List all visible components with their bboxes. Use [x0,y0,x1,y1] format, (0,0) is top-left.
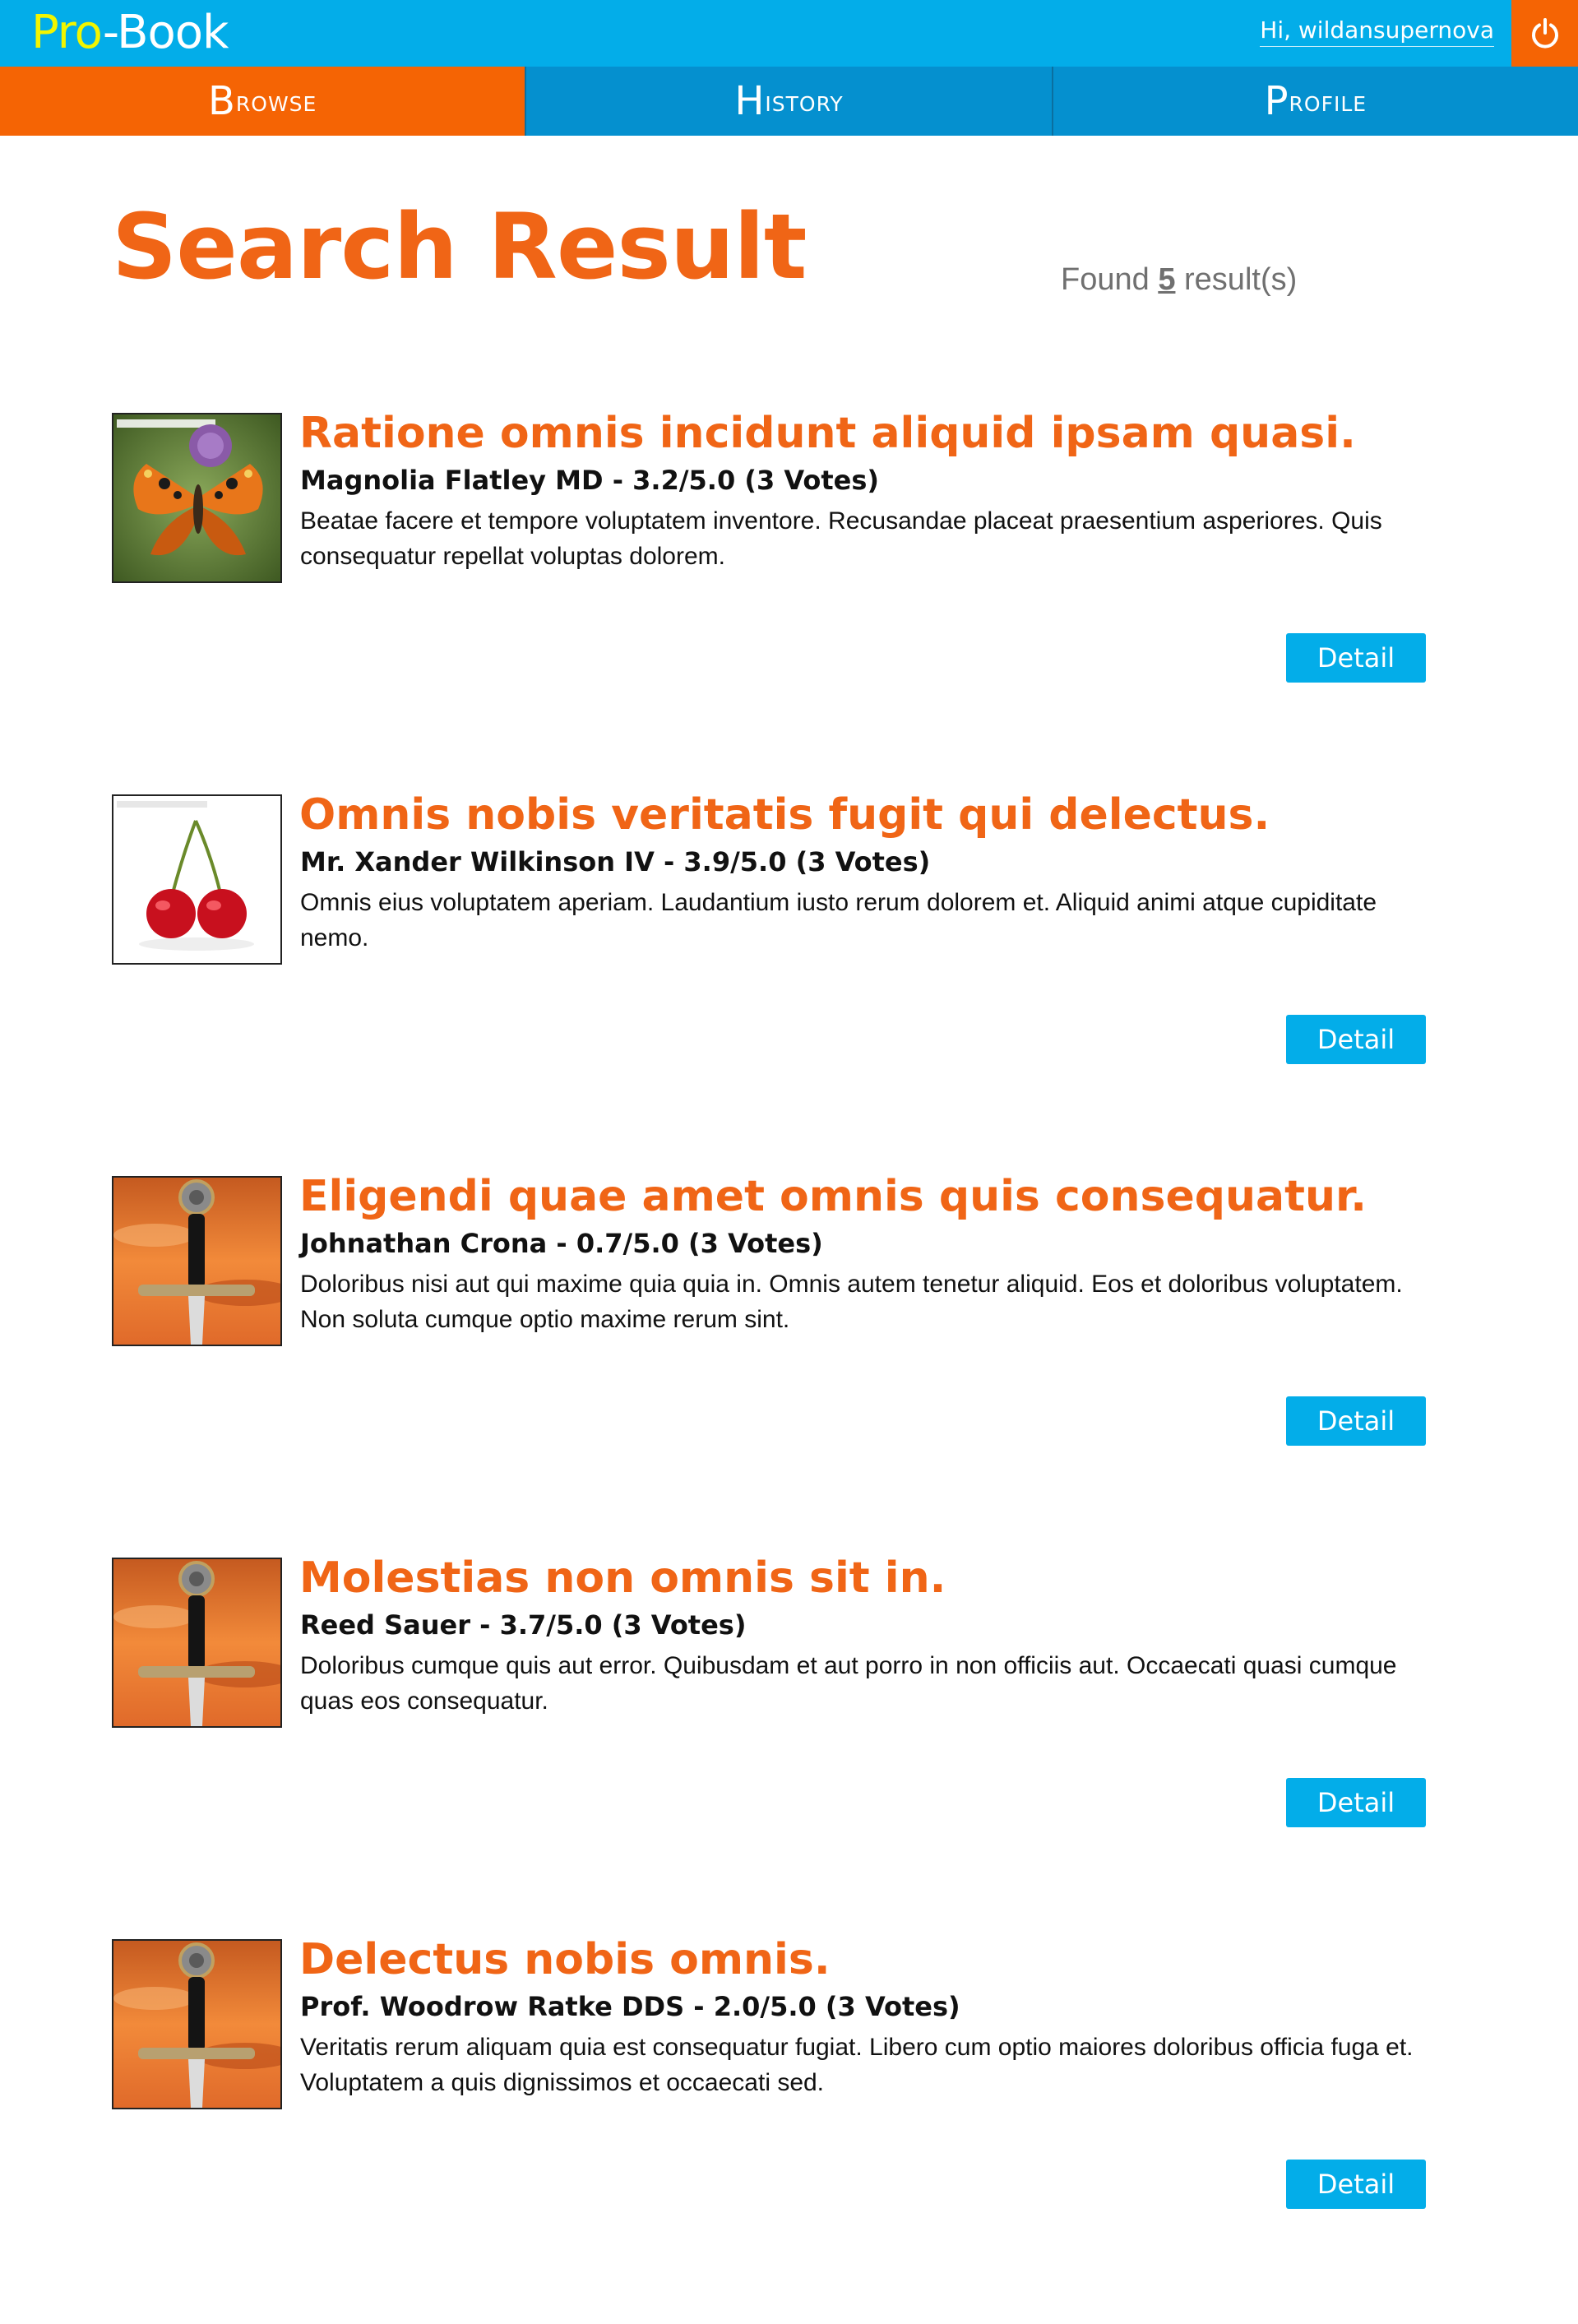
tab-profile-label: rofile [1289,84,1367,118]
tab-history-label: istory [765,84,844,118]
book-cover[interactable] [112,413,282,583]
sword-image [113,1178,280,1345]
result-count-suffix: result(s) [1184,262,1298,297]
page-title: Search Result [112,194,807,299]
book-author-rating: Johnathan Crona - 0.7/5.0 (3 Votes) [300,1228,823,1259]
result-item: Omnis nobis veritatis fugit qui delectus… [112,790,1428,1074]
book-title-link[interactable]: Ratione omnis incidunt aliquid ipsam qua… [299,408,1356,459]
book-title-link[interactable]: Delectus nobis omnis. [299,1934,831,1985]
result-item: Ratione omnis incidunt aliquid ipsam qua… [112,409,1428,692]
book-description: Doloribus nisi aut qui maxime quia quia … [300,1271,1403,1333]
result-item: Molestias non omnis sit in. Reed Sauer -… [112,1553,1428,1837]
tab-browse-label: rowse [235,84,317,118]
book-cover[interactable] [112,1558,282,1728]
logo-book: -Book [102,6,229,59]
main-nav: Browse History Profile [0,67,1578,136]
tab-browse[interactable]: Browse [0,67,527,136]
book-description: Doloribus cumque quis aut error. Quibusd… [300,1652,1397,1715]
tab-profile[interactable]: Profile [1053,67,1578,136]
detail-button[interactable]: Detail [1286,2160,1426,2209]
detail-button[interactable]: Detail [1286,1396,1426,1446]
result-item: Delectus nobis omnis. Prof. Woodrow Ratk… [112,1935,1428,2219]
book-title-link[interactable]: Eligendi quae amet omnis quis consequatu… [299,1171,1367,1222]
result-item: Eligendi quae amet omnis quis consequatu… [112,1172,1428,1456]
tab-history[interactable]: History [526,67,1053,136]
detail-button[interactable]: Detail [1286,1015,1426,1064]
tab-profile-initial: P [1264,78,1289,124]
book-title-link[interactable]: Omnis nobis veritatis fugit qui delectus… [299,789,1270,840]
detail-button[interactable]: Detail [1286,1778,1426,1827]
result-count-prefix: Found [1061,262,1150,297]
result-count: Found 5 result(s) [1061,262,1297,298]
top-bar: Pro-Book Hi, wildansupernova [0,0,1578,67]
book-author-rating: Magnolia Flatley MD - 3.2/5.0 (3 Votes) [300,465,880,496]
book-author-rating: Prof. Woodrow Ratke DDS - 2.0/5.0 (3 Vot… [300,1991,960,2022]
app-logo[interactable]: Pro-Book [31,6,229,59]
book-cover[interactable] [112,1176,282,1346]
logout-button[interactable] [1511,0,1578,67]
book-author-rating: Mr. Xander Wilkinson IV - 3.9/5.0 (3 Vot… [300,846,931,877]
detail-button[interactable]: Detail [1286,633,1426,683]
book-description: Beatae facere et tempore voluptatem inve… [300,507,1382,570]
book-cover[interactable] [112,794,282,965]
book-author-rating: Reed Sauer - 3.7/5.0 (3 Votes) [300,1609,747,1641]
user-greeting-link[interactable]: Hi, wildansupernova [1260,16,1494,47]
tab-browse-initial: B [207,78,236,124]
butterfly-image [113,414,280,581]
cherries-image [113,796,280,963]
book-cover[interactable] [112,1939,282,2109]
result-count-number: 5 [1158,262,1176,297]
sword-image [113,1559,280,1726]
logo-pro: Pro [31,6,104,59]
power-icon [1531,17,1558,49]
sword-image [113,1941,280,2108]
book-description: Veritatis rerum aliquam quia est consequ… [300,2034,1414,2096]
book-title-link[interactable]: Molestias non omnis sit in. [299,1553,946,1604]
tab-history-initial: H [734,78,766,124]
book-description: Omnis eius voluptatem aperiam. Laudantiu… [300,889,1377,951]
